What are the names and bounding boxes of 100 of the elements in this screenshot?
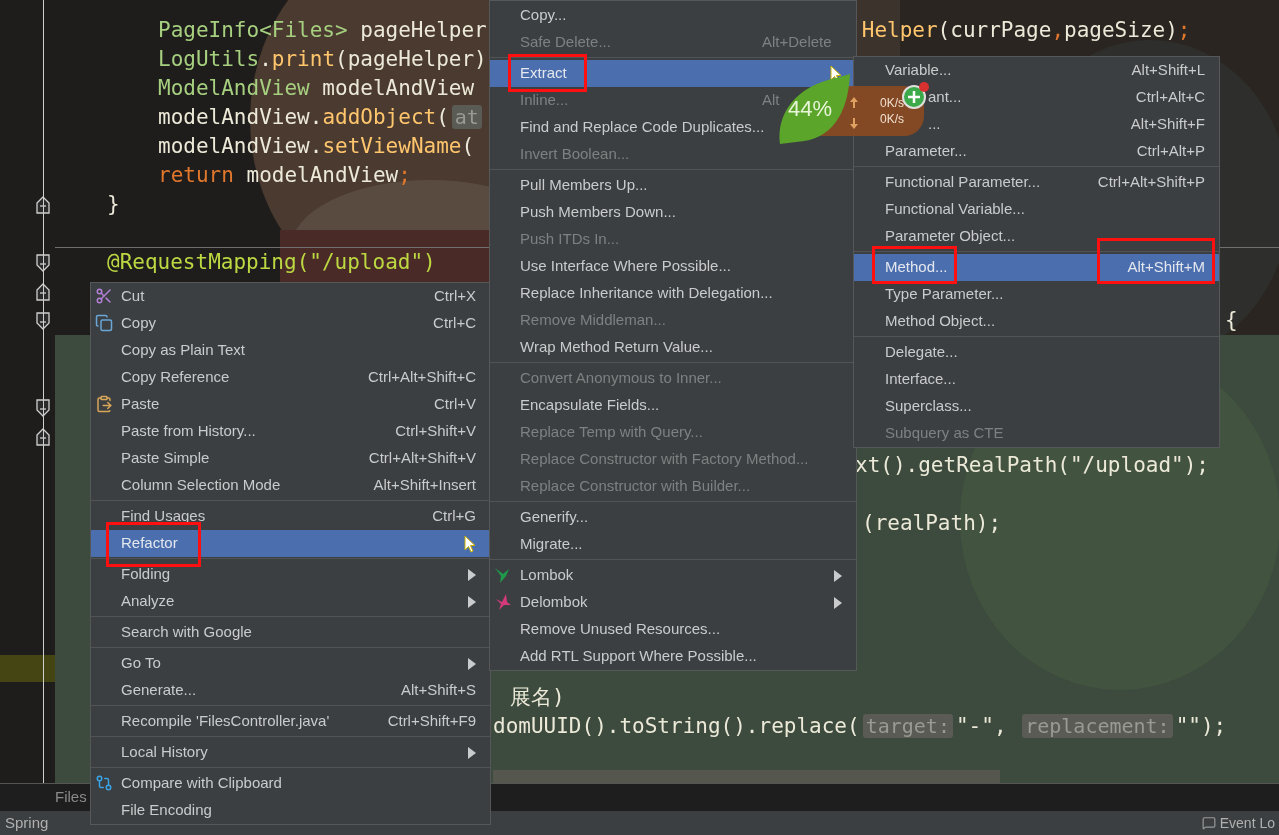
- shortcut-label: Alt: [762, 91, 780, 109]
- code-line: {: [1225, 306, 1238, 334]
- shortcut-label: Alt+Shift+S: [400, 681, 476, 699]
- menu-item[interactable]: Variable... Alt+Shift+L: [854, 57, 1219, 84]
- menu-item[interactable]: Parameter... Ctrl+Alt+P: [854, 138, 1219, 165]
- shortcut-label: Ctrl+Alt+Shift+V: [368, 449, 476, 467]
- code-line: @RequestMapping("/upload"): [107, 248, 436, 276]
- submenu-arrow-icon: [834, 596, 842, 609]
- bird-icon: [494, 566, 512, 584]
- menu-item[interactable]: Functional Variable...: [854, 196, 1219, 223]
- submenu-arrow-icon: [834, 569, 842, 582]
- menu-item[interactable]: Lombok: [490, 562, 856, 589]
- menu-item[interactable]: Paste Ctrl+V: [91, 391, 490, 418]
- code-line: (realPath);: [862, 509, 1002, 537]
- menu-item[interactable]: Interface...: [854, 366, 1219, 393]
- menu-item[interactable]: Column Selection Mode Alt+Shift+Insert: [91, 472, 490, 499]
- menu-item[interactable]: Pull Members Up...: [490, 172, 856, 199]
- mouse-cursor-icon: [830, 64, 842, 83]
- menu-item[interactable]: Parameter Object...: [854, 223, 1219, 250]
- code-line: xt().getRealPath("/upload");: [855, 451, 1209, 479]
- fold-icon[interactable]: [35, 194, 51, 215]
- submenu-arrow-icon: [468, 595, 476, 608]
- menu-item[interactable]: Copy as Plain Text: [91, 337, 490, 364]
- menu-item[interactable]: Generify...: [490, 504, 856, 531]
- menu-item[interactable]: Extract: [490, 60, 856, 87]
- fold-icon[interactable]: [35, 310, 51, 331]
- menu-item[interactable]: Add RTL Support Where Possible...: [490, 643, 856, 670]
- scissors-icon: [95, 287, 113, 305]
- menu-item[interactable]: Remove Unused Resources...: [490, 616, 856, 643]
- shortcut-label: Alt+Shift+F: [1130, 115, 1205, 133]
- menu-item[interactable]: Go To: [91, 650, 490, 677]
- menu-item[interactable]: Copy Ctrl+C: [91, 310, 490, 337]
- menu-item[interactable]: Recompile 'FilesController.java' Ctrl+Shift+F9: [91, 708, 490, 735]
- code-line: 展名): [510, 683, 565, 711]
- copy-icon: [95, 314, 113, 332]
- shortcut-label: Ctrl+Alt+P: [1136, 142, 1205, 160]
- code-line: LogUtils.print(pageHelper): [158, 45, 487, 73]
- fold-icon[interactable]: [35, 281, 51, 302]
- code-line: PageInfo<Files> pageHelper: [158, 16, 487, 44]
- fold-icon[interactable]: [35, 397, 51, 418]
- shortcut-label: Ctrl+Shift+V: [395, 422, 476, 440]
- code-line: Helper(currPage,pageSize);: [861, 16, 1191, 44]
- fold-icon[interactable]: [35, 426, 51, 447]
- shortcut-label: Ctrl+C: [433, 314, 476, 332]
- code-line: return modelAndView;: [158, 161, 411, 189]
- clipboard-icon: [95, 395, 113, 413]
- status-text[interactable]: Spring: [5, 811, 49, 835]
- event-log-tab[interactable]: Event Lo: [1219, 812, 1275, 834]
- menu-item[interactable]: Find Usages Ctrl+G: [91, 503, 490, 530]
- code-line: }: [107, 190, 120, 218]
- menu-item[interactable]: Paste Simple Ctrl+Alt+Shift+V: [91, 445, 490, 472]
- menu-item[interactable]: Copy Reference Ctrl+Alt+Shift+C: [91, 364, 490, 391]
- menu-item[interactable]: Refactor: [91, 530, 490, 557]
- mouse-cursor-icon: [464, 534, 476, 553]
- shortcut-label: Ctrl+X: [433, 287, 476, 305]
- menu-item[interactable]: Push Members Down...: [490, 199, 856, 226]
- menu-item[interactable]: Type Parameter...: [854, 281, 1219, 308]
- menu-item[interactable]: Method Object...: [854, 308, 1219, 335]
- menu-item[interactable]: Superclass...: [854, 393, 1219, 420]
- chat-bubble-icon: [1201, 816, 1216, 830]
- code-line: modelAndView.setViewName(: [158, 132, 475, 160]
- download-speed: 0K/s: [880, 113, 905, 125]
- submenu-arrow-icon: [468, 746, 476, 759]
- shortcut-label: Alt+Delete: [762, 33, 832, 51]
- menu-item[interactable]: Functional Parameter... Ctrl+Alt+Shift+P: [854, 169, 1219, 196]
- menu-item[interactable]: Delegate...: [854, 339, 1219, 366]
- menu-item[interactable]: File Encoding: [91, 797, 490, 824]
- menu-item[interactable]: Encapsulate Fields...: [490, 392, 856, 419]
- menu-item[interactable]: Search with Google: [91, 619, 490, 646]
- menu-item[interactable]: Generate... Alt+Shift+S: [91, 677, 490, 704]
- menu-item[interactable]: Replace Inheritance with Delegation...: [490, 280, 856, 307]
- submenu-arrow-icon: [468, 657, 476, 670]
- shortcut-label: Ctrl+Alt+C: [1135, 88, 1205, 106]
- arrow-up-icon: [850, 97, 858, 108]
- compare-icon: [95, 774, 113, 792]
- shortcut-label: Alt+Shift+Insert: [373, 476, 476, 494]
- fold-icon[interactable]: [35, 252, 51, 273]
- arrow-down-icon: [850, 118, 858, 129]
- menu-item[interactable]: Copy...: [490, 2, 856, 29]
- shortcut-label: Ctrl+G: [432, 507, 476, 525]
- submenu-arrow-icon: [468, 568, 476, 581]
- menu-item[interactable]: Delombok: [490, 589, 856, 616]
- shortcut-label: Alt+Shift+M: [1127, 258, 1205, 276]
- code-line: ModelAndView modelAndView: [158, 74, 475, 102]
- menu-item[interactable]: Local History: [91, 739, 490, 766]
- tool-window-tab[interactable]: Files: [55, 786, 87, 809]
- menu-item[interactable]: Paste from History... Ctrl+Shift+V: [91, 418, 490, 445]
- menu-item[interactable]: Use Interface Where Possible...: [490, 253, 856, 280]
- shortcut-label: Ctrl+Alt+Shift+C: [368, 368, 476, 386]
- code-line: modelAndView.addObject( at: [158, 101, 485, 134]
- menu-item[interactable]: Method... Alt+Shift+M: [854, 254, 1219, 281]
- menu-item[interactable]: Migrate...: [490, 531, 856, 558]
- menu-item[interactable]: Folding: [91, 561, 490, 588]
- menu-item[interactable]: Cut Ctrl+X: [91, 283, 490, 310]
- shortcut-label: Ctrl+Shift+F9: [387, 712, 476, 730]
- menu-item[interactable]: Analyze: [91, 588, 490, 615]
- speed-percent: 44%: [788, 98, 833, 120]
- shortcut-label: Alt+Shift+L: [1131, 61, 1205, 79]
- menu-item[interactable]: Wrap Method Return Value...: [490, 334, 856, 361]
- menu-item[interactable]: Compare with Clipboard: [91, 770, 490, 797]
